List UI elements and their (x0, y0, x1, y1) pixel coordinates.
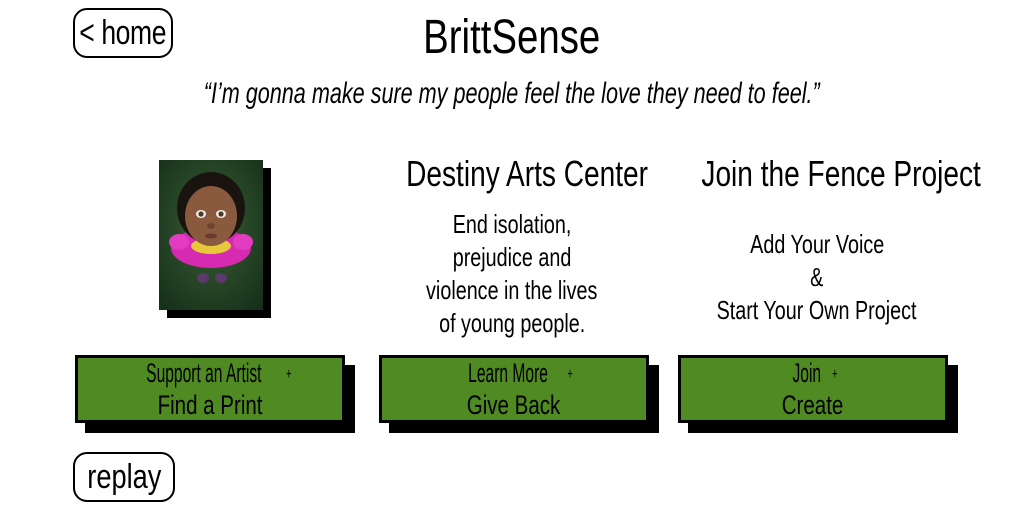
description-line: End isolation, (452, 209, 572, 239)
replay-button[interactable]: replay (73, 452, 175, 502)
photo-image (159, 160, 263, 310)
button-face[interactable]: Join + Create (678, 355, 948, 423)
button-face[interactable]: Learn More + Give Back (379, 355, 649, 423)
fence-project-description: Add Your Voice & Start Your Own Project (662, 228, 972, 327)
girl-portrait-illustration (159, 160, 263, 310)
page-title: BrittSense (423, 11, 601, 64)
artist-photo (159, 160, 271, 318)
destiny-arts-heading: Destiny Arts Center (406, 153, 649, 194)
description-line: of young people. (438, 308, 586, 338)
description-line: prejudice and (452, 242, 572, 272)
replay-button-label: replay (86, 458, 162, 496)
destiny-arts-description: End isolation, prejudice and violence in… (372, 208, 652, 340)
description-line: violence in the lives (426, 275, 598, 305)
learn-more-button[interactable]: Learn More + Give Back (379, 355, 659, 433)
description-line: & (810, 262, 824, 292)
description-line: Add Your Voice (749, 229, 885, 259)
button-face[interactable]: Support an Artist + Find a Print (75, 355, 345, 423)
fence-project-heading: Join the Fence Project (701, 153, 981, 194)
join-create-button[interactable]: Join + Create (678, 355, 958, 433)
description-line: Start Your Own Project (717, 295, 917, 325)
quote: “I’m gonna make sure my people feel the … (204, 77, 820, 110)
support-artist-button[interactable]: Support an Artist + Find a Print (75, 355, 355, 433)
